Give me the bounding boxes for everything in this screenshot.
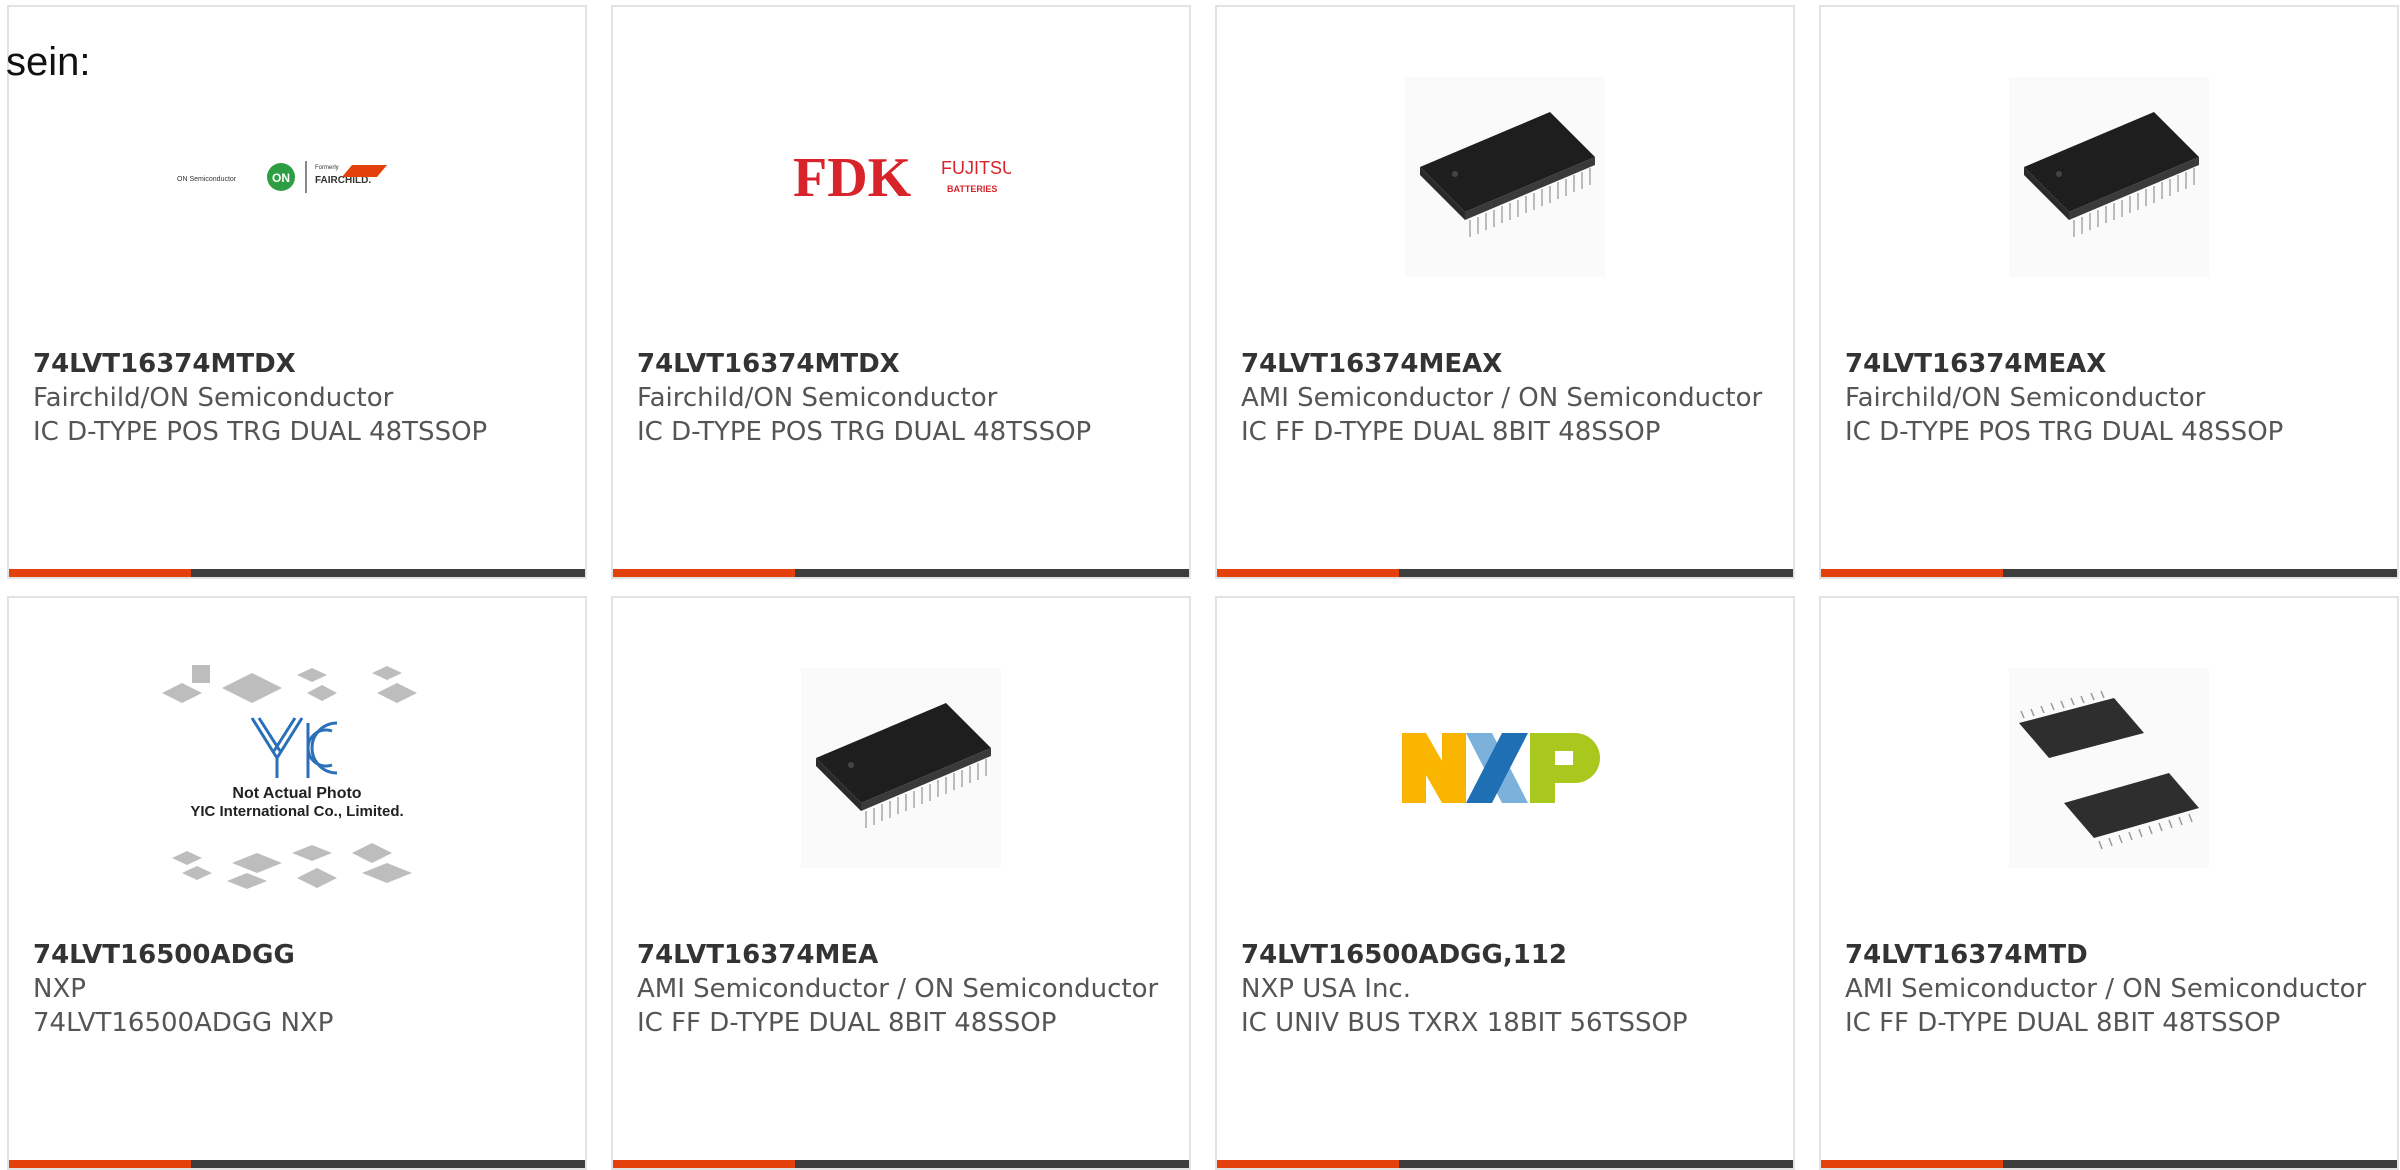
ssop-chip-icon <box>2009 77 2209 277</box>
manufacturer: NXP <box>33 974 86 1004</box>
onsemi-fairchild-logo-icon: ON Semiconductor ON Formerly FAIRCHILD. <box>177 161 387 193</box>
logo-left-text: ON Semiconductor <box>177 176 237 183</box>
description: IC D-TYPE POS TRG DUAL 48SSOP <box>1845 417 2284 447</box>
product-image[interactable] <box>1821 638 2397 898</box>
part-number[interactable]: 74LVT16374MTD <box>1845 938 2377 972</box>
part-number[interactable]: 74LVT16374MTDX <box>637 347 1169 381</box>
product-card[interactable]: FDK FUJITSU BATTERIES 74LVT16374MTDX Fai… <box>611 5 1191 579</box>
card-footer-accent <box>9 569 191 577</box>
manufacturer: NXP USA Inc. <box>1241 974 1411 1004</box>
card-footer-accent <box>9 1160 191 1168</box>
description: IC UNIV BUS TXRX 18BIT 56TSSOP <box>1241 1008 1688 1038</box>
description: IC FF D-TYPE DUAL 8BIT 48SSOP <box>637 1008 1057 1038</box>
product-card[interactable]: ON Semiconductor ON Formerly FAIRCHILD. … <box>7 5 587 579</box>
manufacturer: Fairchild/ON Semiconductor <box>33 383 394 413</box>
description: IC FF D-TYPE DUAL 8BIT 48SSOP <box>1241 417 1661 447</box>
manufacturer: AMI Semiconductor / ON Semiconductor <box>1845 974 2367 1004</box>
part-number[interactable]: 74LVT16374MTDX <box>33 347 565 381</box>
part-number[interactable]: 74LVT16500ADGG,112 <box>1241 938 1773 972</box>
description: IC D-TYPE POS TRG DUAL 48TSSOP <box>33 417 488 447</box>
yic-placeholder-icon: Not Actual Photo YIC International Co., … <box>162 665 417 889</box>
product-card[interactable]: Not Actual Photo YIC International Co., … <box>7 596 587 1170</box>
part-number[interactable]: 74LVT16374MEAX <box>1241 347 1773 381</box>
manufacturer: Fairchild/ON Semiconductor <box>637 383 998 413</box>
ssop-chip-icon <box>801 668 1001 868</box>
product-card[interactable]: 74LVT16374MEAX AMI Semiconductor / ON Se… <box>1215 5 1795 579</box>
logo-sub2-text: BATTERIES <box>947 184 997 194</box>
description: IC FF D-TYPE DUAL 8BIT 48TSSOP <box>1845 1008 2281 1038</box>
ssop-chip-icon <box>1405 77 1605 277</box>
tssop-chip-pair-icon <box>2009 668 2209 868</box>
placeholder-line2: YIC International Co., Limited. <box>190 803 403 820</box>
product-card[interactable]: 74LVT16500ADGG,112 NXP USA Inc. IC UNIV … <box>1215 596 1795 1170</box>
card-footer-accent <box>1217 1160 1399 1168</box>
product-image[interactable]: FDK FUJITSU BATTERIES <box>613 47 1189 307</box>
manufacturer: Fairchild/ON Semiconductor <box>1845 383 2206 413</box>
logo-formerly-text: Formerly <box>315 165 339 171</box>
manufacturer: AMI Semiconductor / ON Semiconductor <box>637 974 1159 1004</box>
card-footer-accent <box>613 569 795 577</box>
part-number[interactable]: 74LVT16500ADGG <box>33 938 565 972</box>
product-card[interactable]: 74LVT16374MEAX Fairchild/ON Semiconducto… <box>1819 5 2399 579</box>
part-number[interactable]: 74LVT16374MEA <box>637 938 1169 972</box>
product-image[interactable]: ON Semiconductor ON Formerly FAIRCHILD. <box>9 47 585 307</box>
manufacturer: AMI Semiconductor / ON Semiconductor <box>1241 383 1763 413</box>
fdk-fujitsu-logo-icon: FDK FUJITSU BATTERIES <box>793 147 1011 209</box>
description: IC D-TYPE POS TRG DUAL 48TSSOP <box>637 417 1092 447</box>
nxp-logo-icon <box>1402 733 1600 803</box>
card-footer-accent <box>1821 1160 2003 1168</box>
product-image[interactable]: Not Actual Photo YIC International Co., … <box>9 658 585 918</box>
svg-text:ON: ON <box>272 171 290 185</box>
product-image[interactable] <box>1821 47 2397 307</box>
product-card[interactable]: 74LVT16374MTD AMI Semiconductor / ON Sem… <box>1819 596 2399 1170</box>
card-footer-accent <box>1217 569 1399 577</box>
product-image[interactable] <box>613 638 1189 898</box>
section-heading: sein: <box>6 40 91 84</box>
part-number[interactable]: 74LVT16374MEAX <box>1845 347 2377 381</box>
description: 74LVT16500ADGG NXP <box>33 1008 334 1038</box>
product-card[interactable]: 74LVT16374MEA AMI Semiconductor / ON Sem… <box>611 596 1191 1170</box>
logo-main-text: FDK <box>793 147 912 209</box>
card-footer-accent <box>613 1160 795 1168</box>
card-footer-accent <box>1821 569 2003 577</box>
placeholder-line1: Not Actual Photo <box>232 785 361 802</box>
product-image[interactable] <box>1217 638 1793 898</box>
logo-sub-text: FUJITSU <box>941 158 1011 178</box>
product-image[interactable] <box>1217 47 1793 307</box>
